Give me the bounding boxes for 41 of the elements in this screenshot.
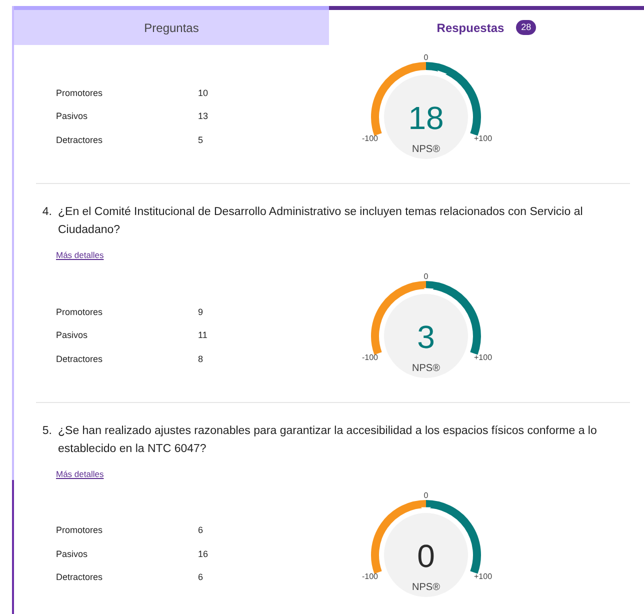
stat-label: Detractores — [56, 352, 104, 366]
max-label: +100 — [474, 134, 492, 143]
nps-score: 3 — [417, 318, 435, 355]
question-text: ¿Se han realizado ajustes razonables para garantizar la accesibilidad a los espacios físicos conforme a lo establecido en la NTC 6047? — [58, 424, 598, 457]
details-link[interactable]: Más detalles — [56, 249, 104, 262]
stat-value: 13 — [198, 110, 208, 124]
stat-value: 16 — [198, 548, 208, 561]
stat-label: Promotores — [56, 306, 104, 318]
stat-label: Pasivos — [56, 110, 89, 124]
tab[interactable]: Preguntas — [14, 6, 329, 45]
nps-score: 18 — [408, 100, 444, 136]
stat-label: Promotores — [56, 86, 104, 100]
stat-value: 6 — [198, 571, 204, 584]
stat-value: 9 — [198, 306, 204, 318]
max-label: +100 — [474, 352, 492, 362]
details-link[interactable]: Más detalles — [56, 468, 104, 480]
zero-label: 0 — [424, 272, 428, 281]
stat-value: 11 — [198, 329, 208, 342]
nps-score: 0 — [417, 538, 435, 574]
zero-label: 0 — [424, 490, 428, 500]
stat-value: 8 — [198, 352, 204, 366]
response-count: 28 — [516, 20, 536, 36]
max-label: +100 — [474, 572, 492, 580]
stat-label: Detractores — [56, 571, 104, 584]
stat-label: Pasivos — [56, 329, 89, 342]
min-label: -100 — [362, 134, 378, 143]
stat-value: 5 — [198, 134, 204, 147]
stat-value: 6 — [198, 524, 204, 538]
nps-label: NPS® — [412, 362, 440, 374]
nps-label: NPS® — [412, 582, 440, 592]
question-number: 4. — [41, 205, 53, 220]
zero-label: 0 — [424, 53, 428, 62]
stat-label: Pasivos — [56, 548, 89, 561]
question-text: ¿En el Comité Institucional de Desarrollo Administrativo se incluyen temas relacionados con Servicio al Ciudadano? — [58, 205, 584, 238]
min-label: -100 — [362, 572, 378, 580]
stat-label: Detractores — [56, 134, 104, 147]
stat-label: Promotores — [56, 524, 104, 538]
question-number: 5. — [41, 424, 53, 439]
min-label: -100 — [362, 352, 378, 362]
stat-value: 10 — [198, 86, 208, 100]
nps-label: NPS® — [412, 144, 440, 155]
